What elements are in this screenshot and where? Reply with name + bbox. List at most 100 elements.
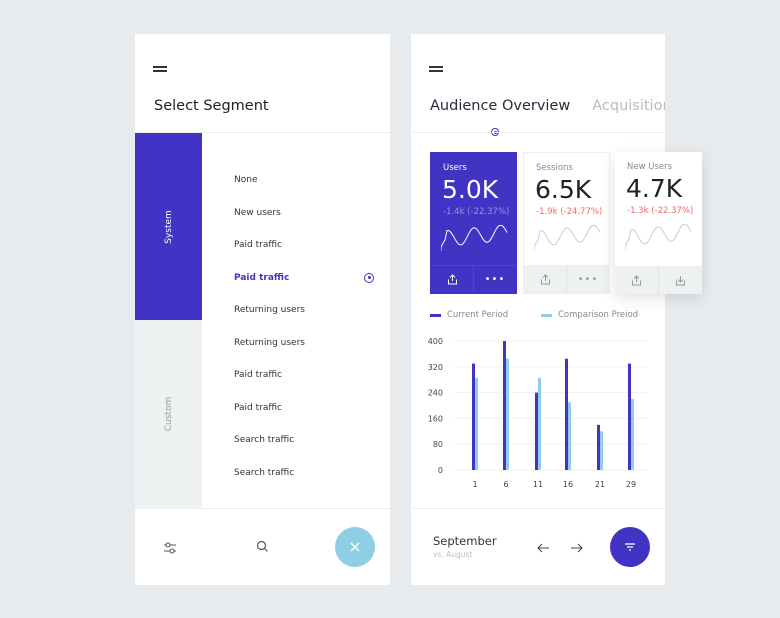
- more-button[interactable]: •••: [567, 265, 609, 293]
- card-value: 5.0K: [442, 175, 499, 204]
- segment-label: Paid traffic: [234, 272, 290, 283]
- y-tick-label: 160: [428, 414, 443, 423]
- close-icon: [350, 542, 360, 552]
- segment-label: Paid traffic: [234, 370, 283, 381]
- card-label: Users: [443, 163, 467, 173]
- share-icon: [540, 273, 551, 285]
- sparkline: [534, 225, 601, 251]
- tab-label: System: [163, 209, 174, 244]
- bar-current: [565, 358, 568, 470]
- menu-icon[interactable]: [153, 66, 167, 72]
- more-button[interactable]: •••: [474, 266, 516, 293]
- sliders-icon[interactable]: [163, 541, 177, 555]
- bar-current: [597, 424, 600, 470]
- menu-icon[interactable]: [429, 66, 443, 72]
- segment-label: None: [234, 175, 258, 186]
- share-icon: [447, 274, 458, 285]
- bar-comparison: [506, 358, 509, 470]
- card-change: -1.9k (-24.77%): [536, 207, 603, 217]
- filter-button[interactable]: [610, 527, 650, 567]
- download-icon: [675, 275, 686, 286]
- x-tick-label: 1: [472, 480, 477, 489]
- segment-panel: Select Segment System Custom None New use…: [135, 34, 390, 585]
- more-icon: •••: [577, 273, 599, 285]
- search-icon[interactable]: [256, 540, 269, 553]
- segment-item[interactable]: New users: [234, 197, 374, 230]
- segment-label: Paid traffic: [234, 402, 283, 413]
- share-button[interactable]: [615, 266, 659, 294]
- bar-comparison: [538, 378, 541, 470]
- tab-custom[interactable]: Custom: [135, 320, 202, 508]
- legend-swatch: [541, 313, 552, 317]
- segment-label: Paid traffic: [234, 240, 283, 251]
- period-month: September: [433, 534, 497, 548]
- chart-legend: Current Period Comparison Preiod: [430, 310, 652, 320]
- tab-audience-overview[interactable]: Audience Overview: [430, 98, 570, 114]
- y-tick-label: 400: [428, 337, 443, 346]
- x-tick-label: 16: [563, 480, 573, 489]
- bar-comparison: [631, 399, 634, 470]
- stat-card-users[interactable]: Users 5.0K -1.4k (-22.37%) •••: [430, 152, 517, 294]
- stat-card-sessions[interactable]: Sessions 6.5K -1.9k (-24.77%) •••: [523, 152, 610, 294]
- y-tick-label: 80: [433, 440, 443, 449]
- segment-item[interactable]: Paid traffic: [234, 392, 374, 425]
- tab-system[interactable]: System: [135, 133, 202, 320]
- bar-comparison: [600, 431, 603, 470]
- legend-label: Comparison Preiod: [558, 310, 639, 320]
- close-button[interactable]: [335, 527, 375, 567]
- segment-item[interactable]: Paid traffic: [234, 229, 374, 262]
- segment-item[interactable]: Search traffic: [234, 457, 374, 490]
- segment-item[interactable]: Paid traffic: [234, 359, 374, 392]
- card-change: -1.3k (-22.37%): [627, 206, 694, 216]
- segment-label: Search traffic: [234, 467, 295, 478]
- segment-label: New users: [234, 207, 281, 218]
- x-tick-label: 29: [626, 480, 636, 489]
- y-tick-label: 240: [428, 389, 443, 398]
- bar-current: [503, 341, 506, 470]
- share-icon: [631, 274, 642, 286]
- card-label: Sessions: [536, 163, 573, 173]
- segment-label: Returning users: [234, 305, 305, 316]
- bar-current: [472, 363, 475, 470]
- y-tick-label: 320: [428, 363, 443, 372]
- more-icon: •••: [484, 274, 506, 285]
- bar-current: [535, 392, 538, 470]
- audience-panel: Audience Overview Acquisition C Users 5.0…: [411, 34, 702, 585]
- selected-radio-icon: [364, 272, 374, 283]
- segment-item[interactable]: None: [234, 164, 374, 197]
- segment-item[interactable]: Search traffic: [234, 424, 374, 457]
- x-tick-label: 11: [533, 480, 543, 489]
- segment-item[interactable]: Paid traffic: [234, 262, 374, 295]
- page-title: Select Segment: [154, 98, 269, 114]
- card-label: New Users: [627, 162, 673, 172]
- segment-item[interactable]: Returning users: [234, 327, 374, 360]
- legend-label: Current Period: [447, 310, 509, 320]
- bar-chart: 0801602403204001 6 11 16 21 29: [428, 337, 647, 489]
- bar-current: [628, 363, 631, 470]
- legend-swatch: [430, 313, 441, 317]
- arrow-left-icon[interactable]: [537, 543, 550, 553]
- tab-acquisition[interactable]: Acquisition C: [592, 98, 665, 114]
- stat-card-new-users[interactable]: New Users 4.7K -1.3k (-22.37%): [615, 152, 702, 294]
- period-compare: vs. August: [433, 550, 473, 559]
- tabs: Audience Overview Acquisition C: [430, 98, 665, 114]
- card-value: 4.7K: [626, 174, 683, 203]
- segment-label: Returning users: [234, 337, 305, 348]
- bar-comparison: [568, 402, 571, 470]
- bottom-bar: September vs. August: [411, 508, 665, 585]
- tab-label: Custom: [163, 396, 174, 432]
- bottom-bar: [135, 508, 390, 585]
- divider: [411, 132, 665, 133]
- share-button[interactable]: [524, 265, 567, 293]
- share-button[interactable]: [431, 266, 474, 293]
- download-button[interactable]: [659, 266, 702, 294]
- card-value: 6.5K: [535, 175, 592, 204]
- x-tick-label: 6: [503, 480, 508, 489]
- filter-icon: [625, 543, 635, 551]
- card-change: -1.4k (-22.37%): [443, 207, 510, 217]
- segment-label: Search traffic: [234, 435, 295, 446]
- segment-item[interactable]: Returning users: [234, 294, 374, 327]
- arrow-right-icon[interactable]: [570, 543, 583, 553]
- sparkline: [625, 224, 692, 250]
- x-tick-label: 21: [595, 480, 605, 489]
